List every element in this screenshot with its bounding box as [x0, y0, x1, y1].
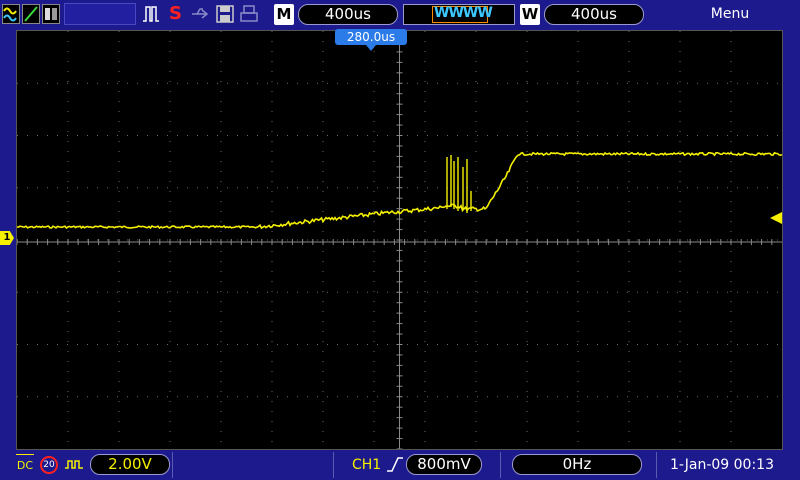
waveform-display: [16, 30, 783, 450]
invert-icon[interactable]: [64, 456, 84, 478]
dual-wave-icon[interactable]: [2, 4, 20, 24]
blank-slot-icon: [64, 3, 136, 25]
bandwidth-limit-icon[interactable]: 20: [40, 456, 58, 474]
coupling-icon[interactable]: DC: [14, 454, 36, 476]
usb-icon: [190, 4, 209, 24]
window-mode-label[interactable]: W: [520, 4, 540, 25]
menu-button[interactable]: Menu: [700, 6, 760, 22]
trigger-level-marker-icon[interactable]: [770, 212, 782, 224]
window-value[interactable]: 400us: [544, 4, 644, 25]
waveform-preview: WWWW: [403, 4, 515, 25]
trigger-position-label: 280.0us: [335, 29, 407, 45]
timebase-mode-label[interactable]: M: [274, 4, 294, 25]
divider: [172, 452, 173, 478]
trigger-position-pointer-icon: [366, 45, 376, 51]
divider: [500, 452, 501, 478]
timebase-value[interactable]: 400us: [298, 4, 398, 25]
top-toolbar: S M 400us WWWW W 400us Menu: [0, 0, 800, 30]
date-time: 1-Jan-09 00:13: [670, 457, 774, 473]
stop-indicator-icon: S: [169, 3, 182, 24]
divider: [656, 452, 657, 478]
print-icon[interactable]: [240, 4, 258, 24]
pulse-icon: [142, 4, 160, 24]
bandwidth-limit-label: 20: [43, 460, 55, 470]
channel1-ground-marker[interactable]: 1: [0, 231, 14, 245]
roll-icon[interactable]: [42, 4, 60, 24]
graticule: [17, 31, 782, 449]
trigger-source[interactable]: CH1: [352, 457, 381, 473]
coupling-label: DC: [16, 459, 34, 472]
yt-mode-icon[interactable]: [22, 4, 40, 24]
volts-div-value[interactable]: 2.00V: [90, 454, 170, 475]
waveform-preview-label: WWWW: [434, 5, 493, 21]
rising-edge-icon[interactable]: [386, 456, 404, 478]
save-icon[interactable]: [216, 4, 234, 24]
bottom-status-bar: DC 20 2.00V CH1 800mV 0Hz 1-Jan-09 00:13: [0, 450, 800, 480]
divider: [333, 452, 334, 478]
trigger-level-value[interactable]: 800mV: [406, 454, 482, 475]
frequency-value: 0Hz: [512, 454, 642, 475]
